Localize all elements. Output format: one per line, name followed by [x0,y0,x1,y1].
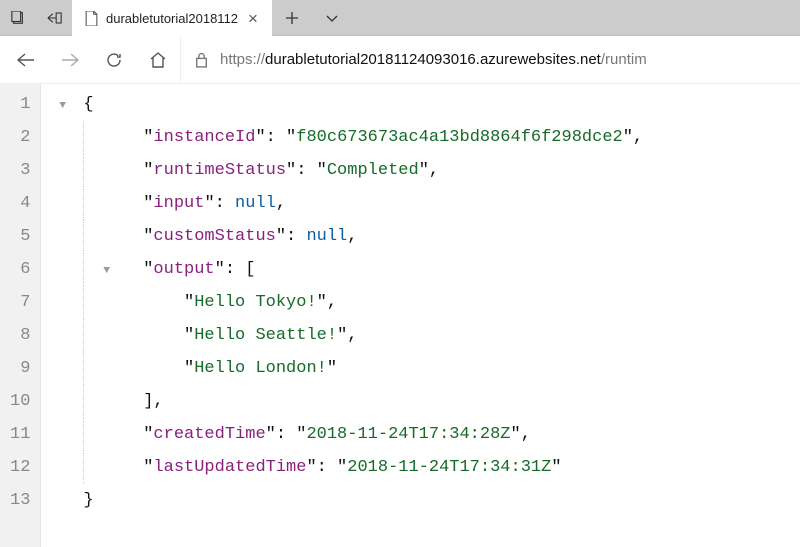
refresh-button[interactable] [92,36,136,84]
code-line: "instanceId": "f80c673673ac4a13bd8864f6f… [83,121,800,154]
line-number: 13 [10,484,30,517]
window-titlebar: durabletutorial2018112 × [0,0,800,36]
tab-controls [0,0,72,36]
code-line: "output": [ [83,253,800,286]
line-number-gutter: 1 2 3 4 5 6 7 8 9 10 11 12 13 [0,84,41,547]
line-number: 10 [10,385,30,418]
code-line: "Hello Seattle!", [83,319,800,352]
address-bar[interactable]: https://durabletutorial20181124093016.az… [180,36,796,84]
code-line: "Hello London!" [83,352,800,385]
line-number: 1 [10,88,30,121]
code-line: "customStatus": null, [83,220,800,253]
tab-title: durabletutorial2018112 [106,11,238,26]
chevron-down-icon[interactable]: ▼ [103,255,110,288]
line-number: 9 [10,352,30,385]
line-number: 5 [10,220,30,253]
back-button[interactable] [4,36,48,84]
tab-menu-button[interactable] [312,0,352,36]
chevron-down-icon[interactable]: ▼ [59,90,66,123]
code-line: "runtimeStatus": "Completed", [83,154,800,187]
code-area[interactable]: ▼ { "instanceId": "f80c673673ac4a13bd886… [41,84,800,547]
lock-icon [195,52,208,68]
url-protocol: https:// [220,51,265,68]
line-number: 3 [10,154,30,187]
page-icon [84,11,98,25]
code-line: "createdTime": "2018-11-24T17:34:28Z", [83,418,800,451]
line-number: 2 [10,121,30,154]
home-button[interactable] [136,36,180,84]
browser-tab[interactable]: durabletutorial2018112 × [72,0,272,36]
line-number: 6 [10,253,30,286]
set-aside-icon[interactable] [36,0,72,36]
line-number: 4 [10,187,30,220]
code-line: "Hello Tokyo!", [83,286,800,319]
code-line: "lastUpdatedTime": "2018-11-24T17:34:31Z… [83,451,800,484]
url-path: /runtim [601,51,647,68]
navigation-bar: https://durabletutorial20181124093016.az… [0,36,800,84]
code-line: } [83,484,800,517]
titlebar-rest [272,0,800,36]
code-line: "input": null, [83,187,800,220]
url-text: https://durabletutorial20181124093016.az… [220,51,647,68]
code-line: { [83,88,800,121]
line-number: 8 [10,319,30,352]
tabs-aside-icon[interactable] [0,0,36,36]
url-host: durabletutorial20181124093016.azurewebsi… [265,51,601,68]
close-tab-button[interactable]: × [246,10,260,27]
line-number: 7 [10,286,30,319]
line-number: 11 [10,418,30,451]
json-viewer: 1 2 3 4 5 6 7 8 9 10 11 12 13 ▼ { "insta… [0,84,800,547]
code-line: ], [83,385,800,418]
forward-button[interactable] [48,36,92,84]
new-tab-button[interactable] [272,0,312,36]
line-number: 12 [10,451,30,484]
